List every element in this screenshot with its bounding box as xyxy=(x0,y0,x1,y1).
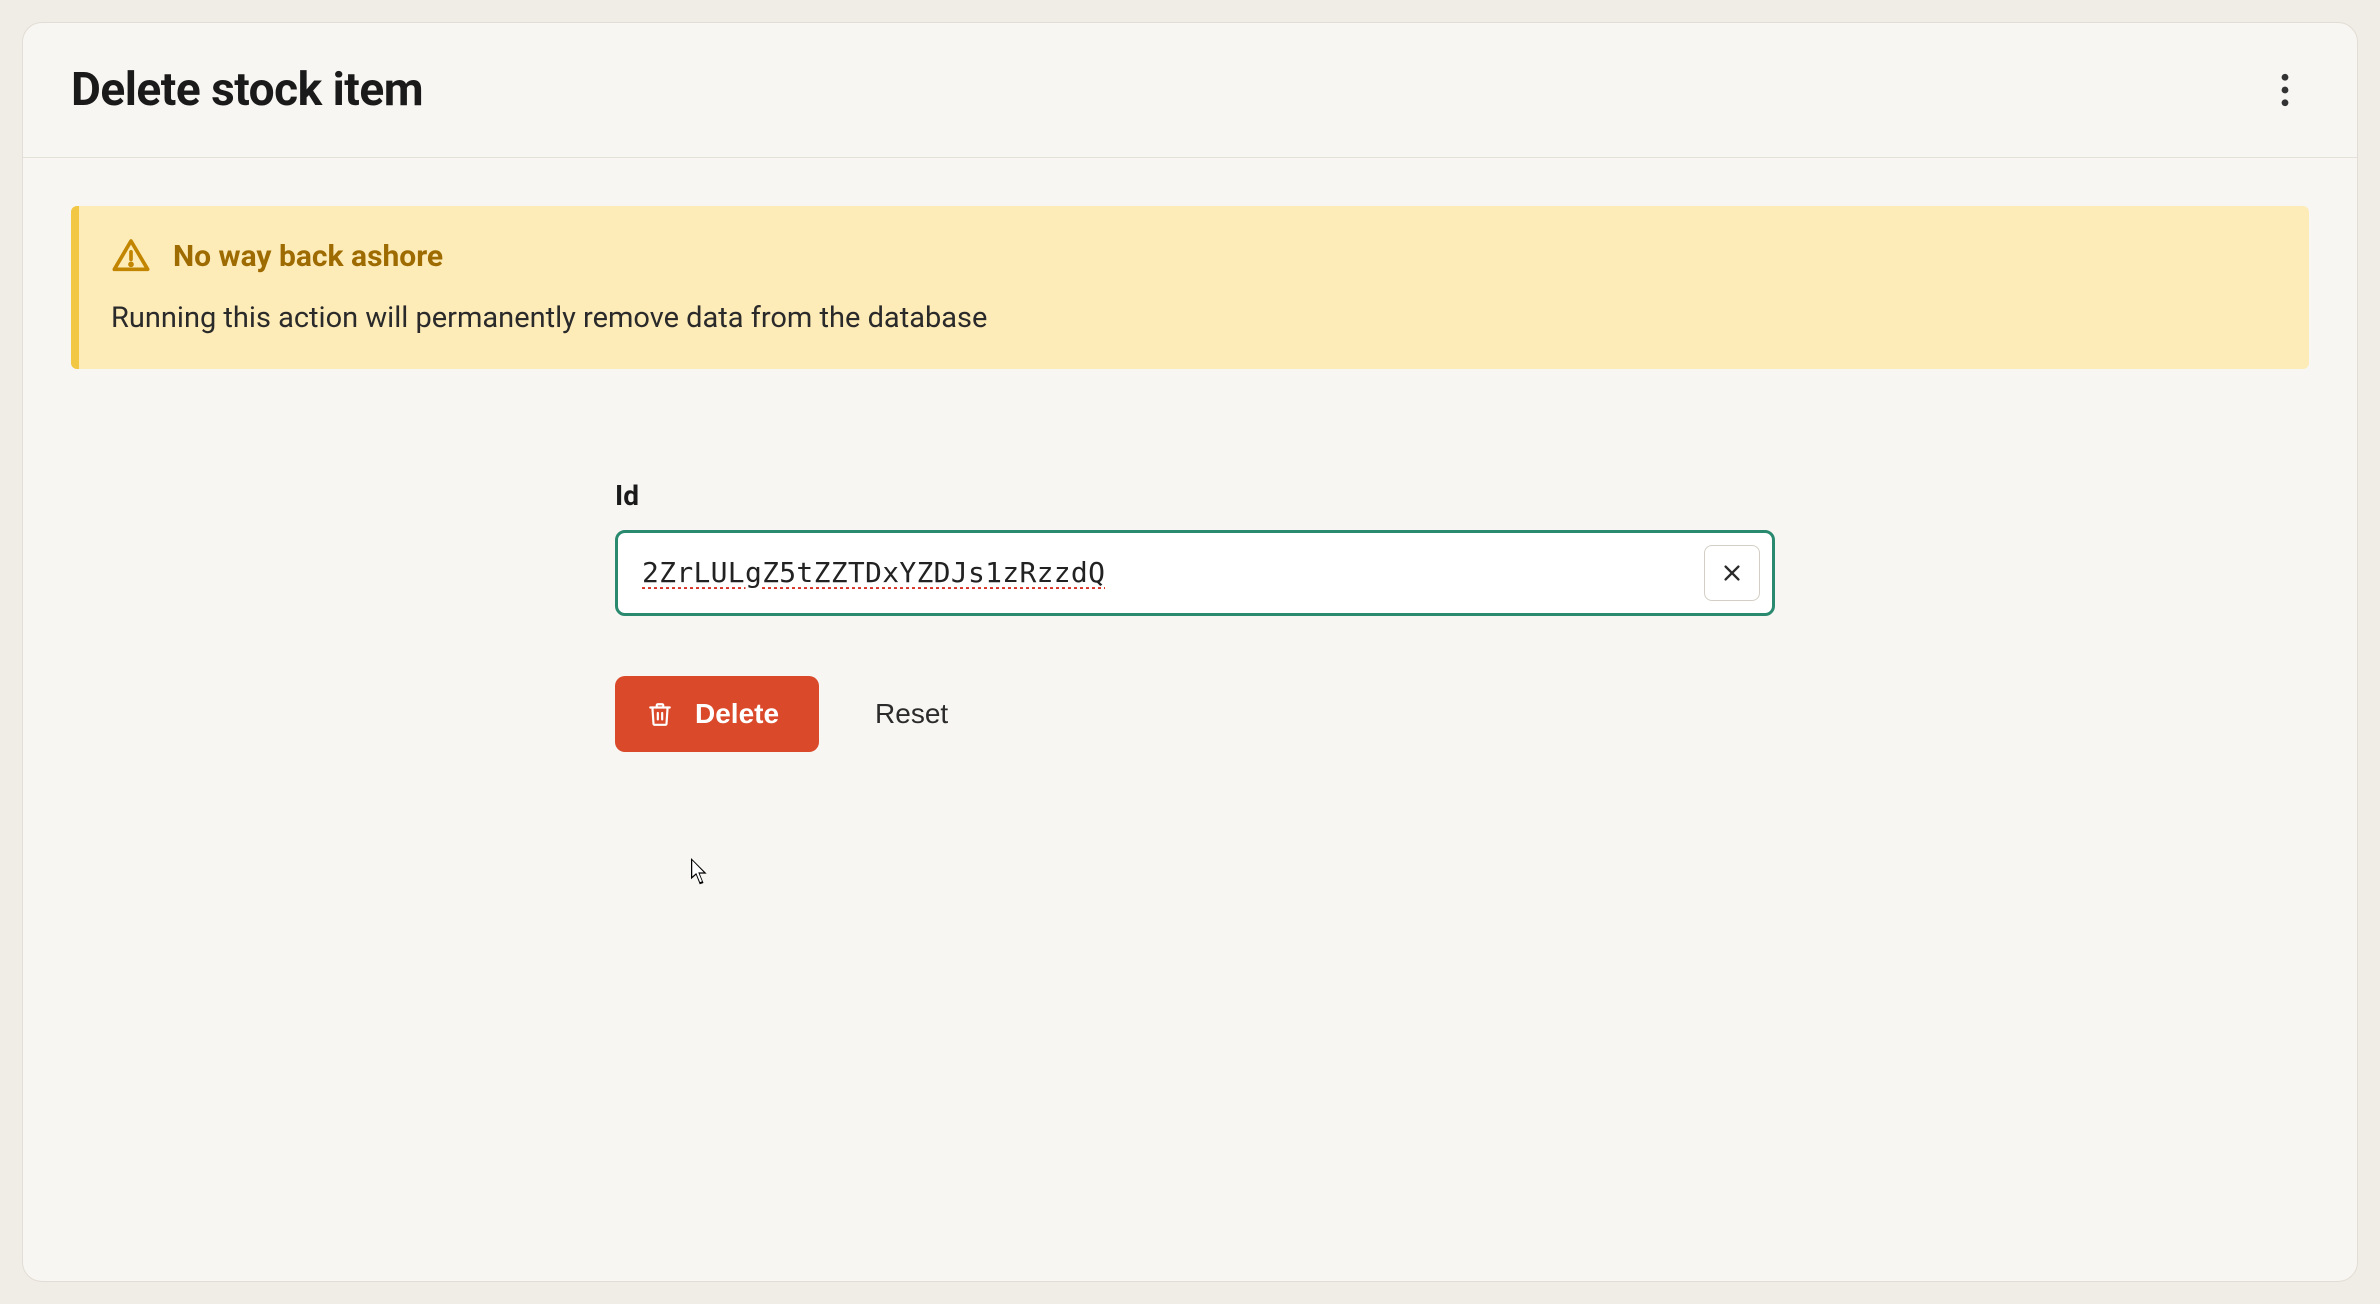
clear-input-button[interactable] xyxy=(1704,545,1760,601)
more-options-button[interactable] xyxy=(2261,66,2309,114)
id-field-label: Id xyxy=(615,479,1775,512)
alert-header: No way back ashore xyxy=(111,236,2269,276)
trash-icon xyxy=(647,700,673,728)
warning-triangle-icon xyxy=(111,236,151,276)
delete-button-label: Delete xyxy=(695,698,779,730)
alert-title: No way back ashore xyxy=(173,239,443,274)
button-row: Delete Reset xyxy=(615,676,1775,752)
page-title: Delete stock item xyxy=(71,63,423,117)
alert-body: Running this action will permanently rem… xyxy=(111,298,2269,339)
page-card: Delete stock item No way back ashore Run… xyxy=(22,22,2358,1282)
id-input-wrap xyxy=(615,530,1775,616)
delete-button[interactable]: Delete xyxy=(615,676,819,752)
reset-button[interactable]: Reset xyxy=(867,686,956,742)
card-body: No way back ashore Running this action w… xyxy=(23,158,2357,800)
more-vertical-icon xyxy=(2280,73,2290,107)
id-input[interactable] xyxy=(642,556,1704,589)
reset-button-label: Reset xyxy=(875,698,948,729)
warning-alert: No way back ashore Running this action w… xyxy=(71,206,2309,369)
card-header: Delete stock item xyxy=(23,23,2357,158)
form-area: Id xyxy=(615,479,1775,752)
close-icon xyxy=(1721,562,1743,584)
